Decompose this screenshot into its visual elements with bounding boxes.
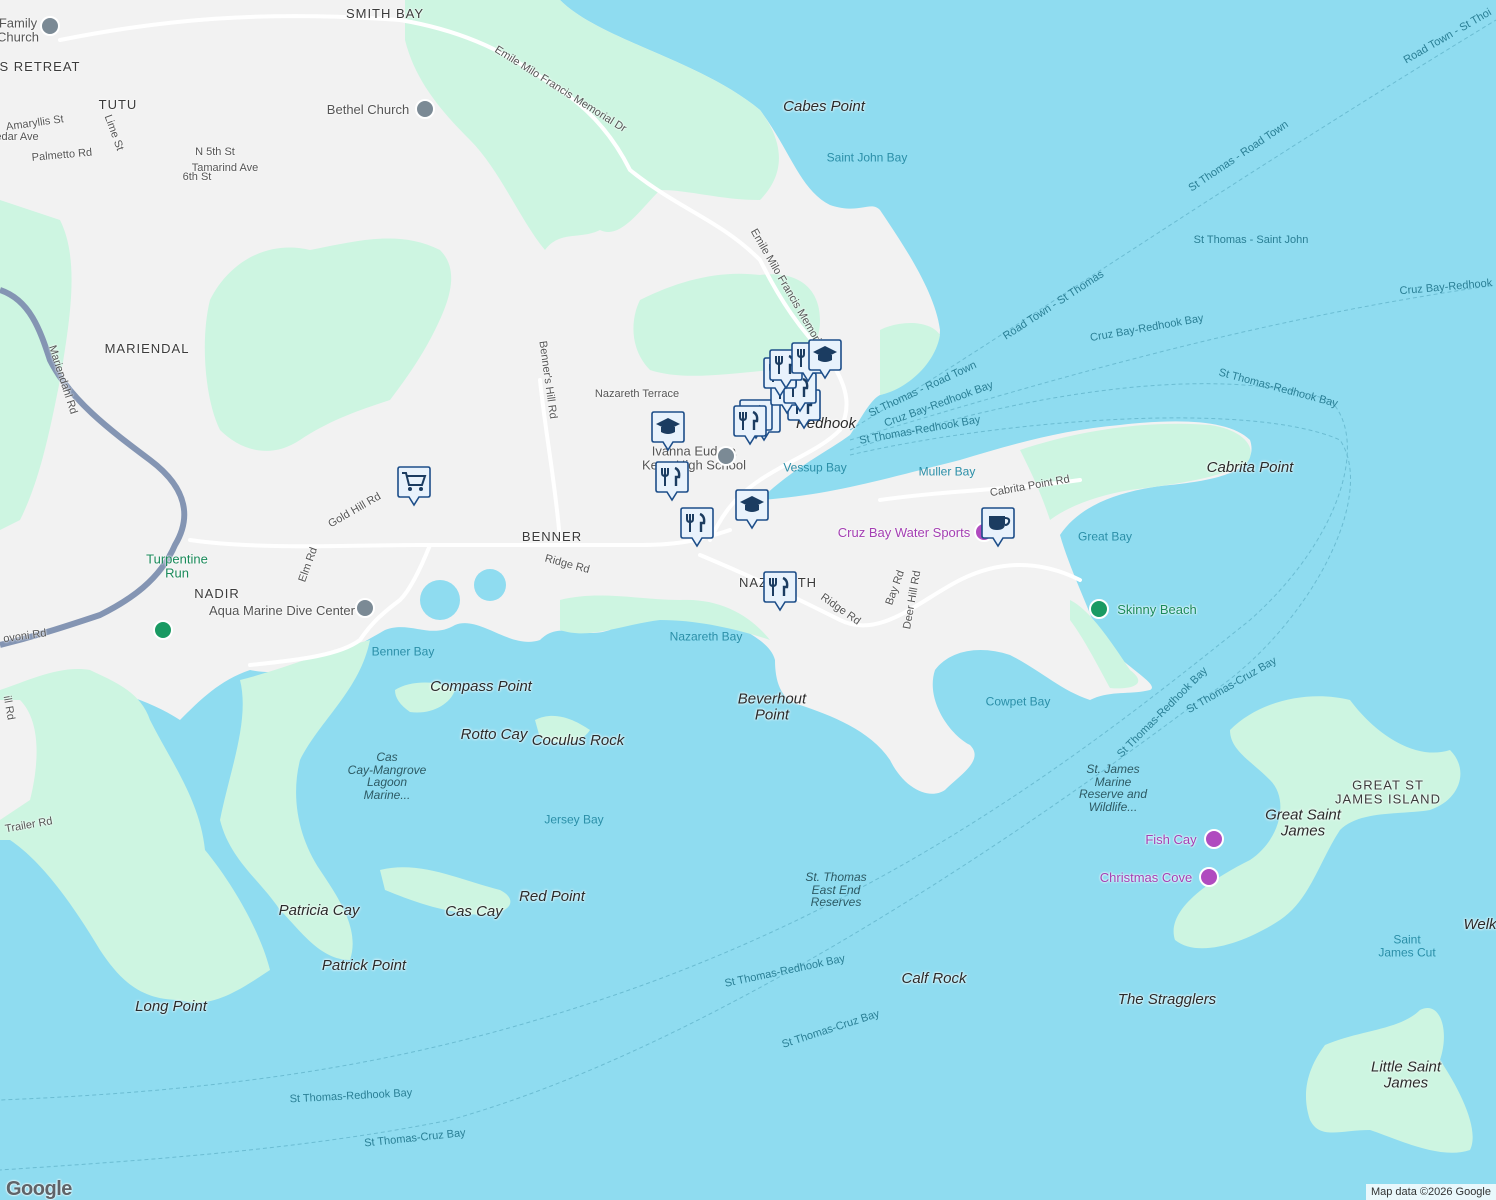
ferry-route-label: St Thomas - Saint John xyxy=(1193,234,1309,247)
water-label: Jersey Bay xyxy=(544,812,604,827)
poi-label[interactable]: Aqua Marine Dive Center xyxy=(209,604,355,618)
water-label: Benner Bay xyxy=(371,644,435,659)
shopping-marker[interactable] xyxy=(397,465,431,507)
poi-label[interactable]: Bethel Church xyxy=(327,103,409,117)
school-marker[interactable] xyxy=(808,338,842,380)
dive-icon[interactable] xyxy=(355,598,375,618)
school-marker[interactable] xyxy=(651,410,685,452)
water-label: Great Bay xyxy=(1077,529,1133,544)
reserve-label: St. James Marine Reserve and Wildlife... xyxy=(1078,761,1148,814)
cafe-marker[interactable] xyxy=(981,506,1015,548)
water-label: Saint John Bay xyxy=(826,150,908,165)
place-label: GREAT ST JAMES ISLAND xyxy=(1335,777,1441,806)
road-label: 6th St xyxy=(182,171,212,184)
place-label: Coculus Rock xyxy=(531,732,625,750)
water-label: Saint James Cut xyxy=(1378,932,1436,959)
restaurant-marker[interactable] xyxy=(733,404,767,446)
place-label: Patricia Cay xyxy=(278,902,360,920)
map-canvas[interactable]: SMITH BAYTUTUMARIENDALNADIRBENNERNAZARET… xyxy=(0,0,1496,1200)
poi-label[interactable]: Fish Cay xyxy=(1145,833,1196,847)
place-label: Cabrita Point xyxy=(1206,459,1294,477)
reserve-label: St. Thomas East End Reserves xyxy=(805,870,867,910)
tree-icon[interactable] xyxy=(1089,599,1109,619)
poi-label[interactable]: Christmas Cove xyxy=(1100,871,1192,885)
poi-label[interactable]: Family Church xyxy=(0,16,39,43)
restaurant-marker[interactable] xyxy=(655,460,689,502)
place-label: Red Point xyxy=(519,888,585,906)
place-label: Great Saint James xyxy=(1265,806,1341,839)
place-label: Patrick Point xyxy=(321,957,407,975)
map-attribution: Map data ©2026 Google xyxy=(1365,1184,1496,1200)
water-label: Muller Bay xyxy=(918,464,976,479)
road-label: Nazareth Terrace xyxy=(594,388,680,401)
place-label: SMITH BAY xyxy=(345,6,425,22)
place-label: The Stragglers xyxy=(1117,991,1217,1009)
place-label: NADIR xyxy=(194,586,240,602)
school-marker[interactable] xyxy=(735,488,769,530)
place-label: Beverhout Point xyxy=(737,690,807,723)
road-label: edar Ave xyxy=(0,131,39,144)
camera-icon[interactable] xyxy=(1199,867,1219,887)
place-label: Little Saint James xyxy=(1370,1058,1442,1091)
road-label: N 5th St xyxy=(195,146,235,159)
place-label: Cas Cay xyxy=(445,903,503,921)
place-label: Cabes Point xyxy=(783,98,865,116)
water-label: Nazareth Bay xyxy=(669,629,743,644)
restaurant-marker[interactable] xyxy=(680,506,714,548)
place-label: Compass Point xyxy=(430,678,532,696)
place-label: S RETREAT xyxy=(0,59,81,75)
place-label: TUTU xyxy=(98,97,138,113)
poi-label[interactable]: Skinny Beach xyxy=(1117,603,1197,617)
water-label: Vessup Bay xyxy=(783,460,847,475)
camera-icon[interactable] xyxy=(1204,829,1224,849)
park-icon[interactable] xyxy=(153,620,173,640)
place-label: Calf Rock xyxy=(901,970,967,988)
place-label: Long Point xyxy=(135,998,207,1016)
restaurant-marker[interactable] xyxy=(763,570,797,612)
place-label: Welk xyxy=(1463,916,1496,934)
place-label: Rotto Cay xyxy=(460,726,528,744)
place-label: MARIENDAL xyxy=(104,341,190,357)
place-label: BENNER xyxy=(521,529,583,545)
poi-label[interactable]: Turpentine Run xyxy=(146,552,208,579)
church-icon[interactable] xyxy=(40,16,60,36)
poi-label[interactable]: Cruz Bay Water Sports xyxy=(838,526,970,540)
church-icon[interactable] xyxy=(415,99,435,119)
school-icon[interactable] xyxy=(716,446,736,466)
water-label: Cowpet Bay xyxy=(985,694,1051,709)
google-logo: Google xyxy=(6,1178,72,1200)
reserve-label: Cas Cay-Mangrove Lagoon Marine... xyxy=(347,749,427,802)
